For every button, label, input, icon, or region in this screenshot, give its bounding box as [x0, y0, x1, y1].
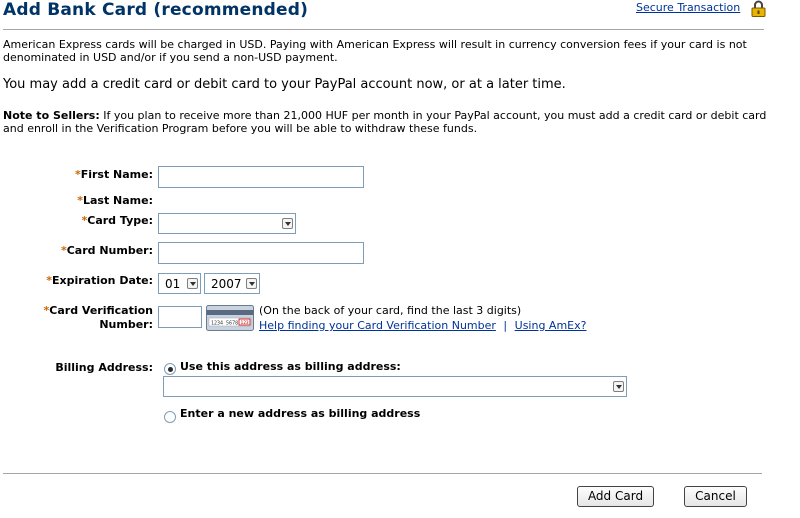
add-card-intro: You may add a credit card or debit card …: [3, 77, 566, 92]
chevron-down-icon: [282, 218, 293, 229]
header-divider: [3, 29, 764, 30]
last-name-label: *Last Name:: [0, 194, 153, 207]
sellers-note: Note to Sellers: If you plan to receive …: [3, 109, 773, 135]
card-type-select[interactable]: [158, 213, 296, 234]
last-name-label-text: Last Name:: [82, 194, 153, 207]
lock-icon: [751, 0, 766, 17]
billing-address-label: Billing Address:: [55, 361, 153, 374]
billing-address-select[interactable]: [163, 376, 627, 397]
cancel-button[interactable]: Cancel: [684, 486, 747, 507]
secure-transaction-link[interactable]: Secure Transaction: [636, 1, 740, 14]
page-title: Add Bank Card (recommended): [3, 0, 309, 20]
expiration-month-select[interactable]: 01: [158, 273, 201, 294]
expiration-date-label: *Expiration Date:: [0, 274, 153, 287]
chevron-down-icon: [187, 278, 198, 289]
use-existing-address-radio[interactable]: [164, 363, 176, 375]
footer-divider: [3, 473, 762, 474]
sellers-note-label: Note to Sellers:: [3, 109, 100, 122]
first-name-input[interactable]: [158, 166, 364, 188]
first-name-label: *First Name:: [0, 168, 153, 181]
chevron-down-icon: [613, 381, 624, 392]
expiration-date-label-text: Expiration Date:: [51, 274, 153, 287]
first-name-label-text: First Name:: [80, 168, 153, 181]
expiration-year-value: 2007: [211, 277, 242, 291]
card-verification-label: *Card Verification Number:: [0, 304, 153, 332]
cvv-hint: (On the back of your card, find the last…: [259, 304, 522, 317]
card-number-label: *Card Number:: [0, 244, 153, 257]
sellers-note-text: If you plan to receive more than 21,000 …: [3, 109, 767, 135]
card-image-number: 1234 5678: [211, 321, 238, 327]
cvv-help-link[interactable]: Help finding your Card Verification Numb…: [259, 319, 496, 332]
cvv-label-line2: Number:: [99, 318, 153, 331]
card-type-label: *Card Type:: [0, 214, 154, 227]
cvv-label-line1: Card Verification: [49, 304, 153, 317]
expiration-month-value: 01: [165, 277, 181, 291]
card-image-code: 123: [241, 320, 249, 326]
link-separator: |: [503, 319, 508, 332]
card-type-label-text: Card Type:: [87, 214, 153, 227]
expiration-year-select[interactable]: 2007: [204, 273, 260, 294]
enter-new-address-label[interactable]: Enter a new address as billing address: [180, 407, 420, 420]
card-back-image: 1234 5678 123: [206, 305, 254, 331]
enter-new-address-radio[interactable]: [164, 411, 176, 423]
cvv-links: Help finding your Card Verification Numb…: [259, 319, 586, 332]
add-card-button[interactable]: Add Card: [577, 486, 654, 507]
card-number-label-text: Card Number:: [66, 244, 153, 257]
cvv-input[interactable]: [158, 306, 202, 328]
amex-notice: American Express cards will be charged i…: [3, 38, 747, 64]
card-number-input[interactable]: [158, 242, 364, 264]
using-amex-link[interactable]: Using AmEx?: [515, 319, 587, 332]
use-existing-address-label[interactable]: Use this address as billing address:: [180, 360, 401, 373]
chevron-down-icon: [246, 278, 257, 289]
